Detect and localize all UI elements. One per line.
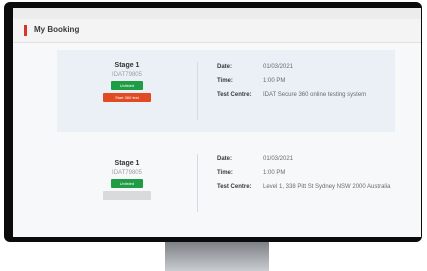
monitor-bezel: My Booking Stage 1 IDAT79805 Unlisted St…: [4, 2, 422, 242]
date-value: 01/03/2021: [263, 156, 294, 162]
test-centre-label: Test Centre:: [217, 92, 252, 98]
status-badge: Unlisted: [111, 179, 143, 188]
date-label: Date:: [217, 156, 233, 162]
booking-stage: Stage 1: [114, 62, 140, 69]
page-title: My Booking: [34, 25, 80, 34]
monitor-screen: My Booking Stage 1 IDAT79805 Unlisted St…: [13, 8, 421, 237]
booking-card: Stage 1 IDAT79805 Unlisted Start 360 tes…: [57, 50, 395, 132]
time-label: Time:: [217, 170, 233, 176]
booking-summary: Stage 1 IDAT79805 Unlisted Start test: [57, 142, 197, 200]
date-value: 01/03/2021: [263, 64, 294, 70]
start-test-button-disabled: Start test: [103, 191, 151, 200]
booking-details: Date: 01/03/2021 Time: 1:00 PM Test Cent…: [217, 156, 397, 198]
time-label: Time:: [217, 78, 233, 84]
date-row: Date: 01/03/2021: [217, 64, 397, 70]
booking-stage: Stage 1: [114, 160, 140, 167]
page-header: My Booking: [13, 19, 421, 43]
browser-top-bar: [13, 8, 421, 19]
start-test-button[interactable]: Start 360 test: [103, 93, 151, 102]
time-value: 1:00 PM: [263, 78, 286, 84]
time-row: Time: 1:00 PM: [217, 78, 397, 84]
date-label: Date:: [217, 64, 233, 70]
monitor-stand: [165, 242, 269, 271]
test-centre-label: Test Centre:: [217, 184, 252, 190]
card-divider: [197, 154, 198, 212]
card-divider: [197, 62, 198, 120]
test-centre-value: IDAT Secure 360 online testing system: [263, 92, 367, 98]
test-centre-row: Test Centre: Level 1, 338 Pitt St Sydney…: [217, 184, 397, 190]
booking-reference: IDAT79805: [112, 170, 142, 176]
booking-reference: IDAT79805: [112, 72, 142, 78]
header-accent-bar: [24, 25, 27, 36]
booking-details: Date: 01/03/2021 Time: 1:00 PM Test Cent…: [217, 64, 397, 106]
time-row: Time: 1:00 PM: [217, 170, 397, 176]
test-centre-value: Level 1, 338 Pitt St Sydney NSW 2000 Aus…: [263, 184, 391, 190]
test-centre-row: Test Centre: IDAT Secure 360 online test…: [217, 92, 397, 98]
booking-card: Stage 1 IDAT79805 Unlisted Start test Da…: [57, 142, 395, 228]
status-badge: Unlisted: [111, 81, 143, 90]
date-row: Date: 01/03/2021: [217, 156, 397, 162]
time-value: 1:00 PM: [263, 170, 286, 176]
booking-summary: Stage 1 IDAT79805 Unlisted Start 360 tes…: [57, 50, 197, 102]
